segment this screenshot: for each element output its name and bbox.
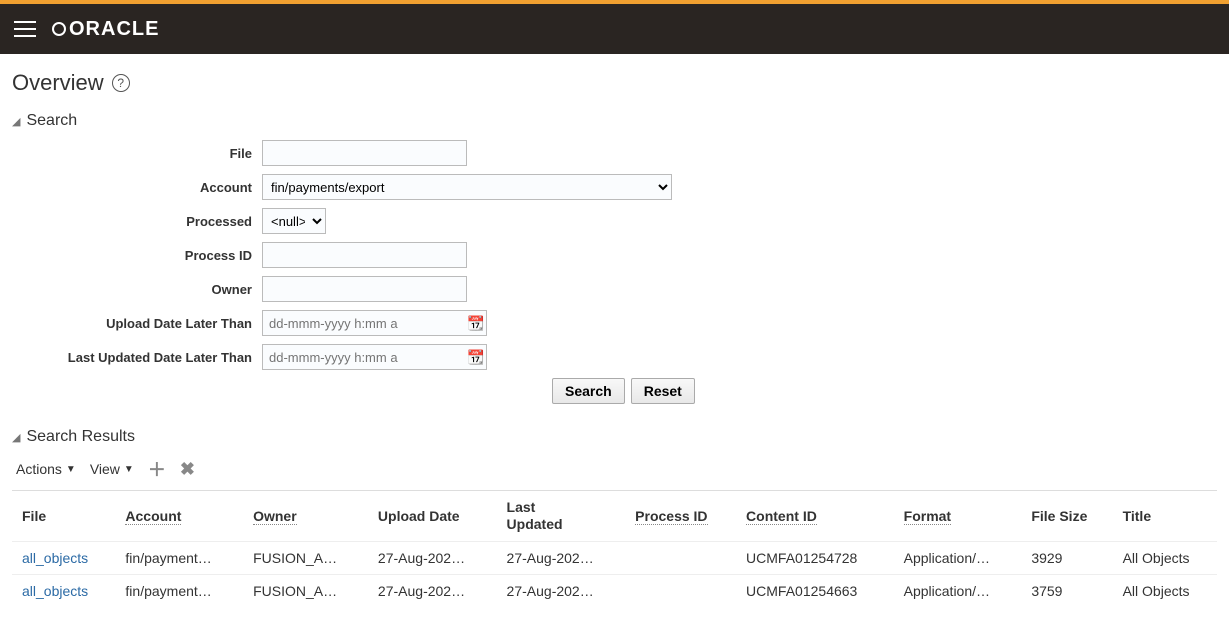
actions-menu[interactable]: Actions ▼ [16, 461, 76, 477]
cell-title: All Objects [1113, 541, 1217, 574]
cell-file[interactable]: all_objects [12, 574, 115, 607]
label-processed: Processed [32, 214, 262, 229]
results-section-title: Search Results [26, 428, 135, 446]
actions-label: Actions [16, 461, 62, 477]
col-last-updated[interactable]: LastUpdated [497, 491, 626, 542]
col-file[interactable]: File [12, 491, 115, 542]
col-file-size[interactable]: File Size [1021, 491, 1112, 542]
cell-file-size: 3759 [1021, 574, 1112, 607]
col-format[interactable]: Format [894, 491, 1022, 542]
cell-process-id [625, 541, 736, 574]
cell-file[interactable]: all_objects [12, 541, 115, 574]
table-header-row: File Account Owner Upload Date LastUpdat… [12, 491, 1217, 542]
account-select[interactable]: fin/payments/export [262, 174, 672, 200]
cell-upload-date: 27-Aug-202… [368, 541, 497, 574]
col-process-id[interactable]: Process ID [625, 491, 736, 542]
process-id-input[interactable] [262, 242, 467, 268]
calendar-icon[interactable]: 📆 [466, 349, 486, 366]
brand-text: ORACLE [69, 18, 159, 41]
calendar-icon[interactable]: 📆 [466, 315, 486, 332]
cell-process-id [625, 574, 736, 607]
view-menu[interactable]: View ▼ [90, 461, 134, 477]
reset-button[interactable]: Reset [631, 378, 695, 404]
upload-date-field: 📆 [262, 310, 487, 336]
table-row[interactable]: all_objects fin/payment… FUSION_A… 27-Au… [12, 574, 1217, 607]
disclosure-icon: ◢ [12, 431, 20, 444]
cell-account: fin/payment… [115, 541, 243, 574]
search-section-title: Search [26, 112, 77, 130]
close-icon[interactable]: ✖ [180, 459, 195, 480]
cell-owner: FUSION_A… [243, 541, 368, 574]
col-title[interactable]: Title [1113, 491, 1217, 542]
page-title: Overview [12, 70, 104, 96]
brand-logo[interactable]: ORACLE [52, 18, 159, 41]
cell-last-updated: 27-Aug-202… [497, 541, 626, 574]
search-button-row: Search Reset [552, 378, 1217, 404]
cell-format: Application/… [894, 574, 1022, 607]
cell-title: All Objects [1113, 574, 1217, 607]
processed-select[interactable]: <null> [262, 208, 326, 234]
chevron-down-icon: ▼ [124, 464, 134, 475]
search-form: File Account fin/payments/export Process… [32, 140, 1217, 404]
cell-upload-date: 27-Aug-202… [368, 574, 497, 607]
results-section-header[interactable]: ◢ Search Results [12, 428, 1217, 446]
disclosure-icon: ◢ [12, 115, 20, 128]
label-process-id: Process ID [32, 248, 262, 263]
oracle-o-icon [52, 22, 66, 36]
label-upload-date-later: Upload Date Later Than [32, 316, 262, 331]
results-table: File Account Owner Upload Date LastUpdat… [12, 490, 1217, 607]
last-updated-date-input[interactable] [263, 345, 466, 369]
help-icon[interactable]: ? [112, 74, 130, 92]
col-upload-date[interactable]: Upload Date [368, 491, 497, 542]
cell-account: fin/payment… [115, 574, 243, 607]
label-account: Account [32, 180, 262, 195]
col-owner[interactable]: Owner [243, 491, 368, 542]
file-input[interactable] [262, 140, 467, 166]
page-title-row: Overview ? [12, 70, 1217, 96]
chevron-down-icon: ▼ [66, 464, 76, 475]
cell-owner: FUSION_A… [243, 574, 368, 607]
cell-content-id: UCMFA01254663 [736, 574, 894, 607]
table-row[interactable]: all_objects fin/payment… FUSION_A… 27-Au… [12, 541, 1217, 574]
label-owner: Owner [32, 282, 262, 297]
plus-icon[interactable]: ＋ [148, 456, 166, 482]
cell-last-updated: 27-Aug-202… [497, 574, 626, 607]
col-content-id[interactable]: Content ID [736, 491, 894, 542]
last-updated-date-field: 📆 [262, 344, 487, 370]
app-header: ORACLE [0, 4, 1229, 54]
owner-input[interactable] [262, 276, 467, 302]
cell-content-id: UCMFA01254728 [736, 541, 894, 574]
results-toolbar: Actions ▼ View ▼ ＋ ✖ [16, 456, 1217, 482]
label-last-updated-later: Last Updated Date Later Than [32, 350, 262, 365]
cell-file-size: 3929 [1021, 541, 1112, 574]
search-button[interactable]: Search [552, 378, 625, 404]
col-account[interactable]: Account [115, 491, 243, 542]
search-section-header[interactable]: ◢ Search [12, 112, 1217, 130]
upload-date-input[interactable] [263, 311, 466, 335]
label-file: File [32, 146, 262, 161]
menu-icon[interactable] [14, 21, 36, 37]
page-content: Overview ? ◢ Search File Account fin/pay… [0, 54, 1229, 619]
cell-format: Application/… [894, 541, 1022, 574]
view-label: View [90, 461, 120, 477]
